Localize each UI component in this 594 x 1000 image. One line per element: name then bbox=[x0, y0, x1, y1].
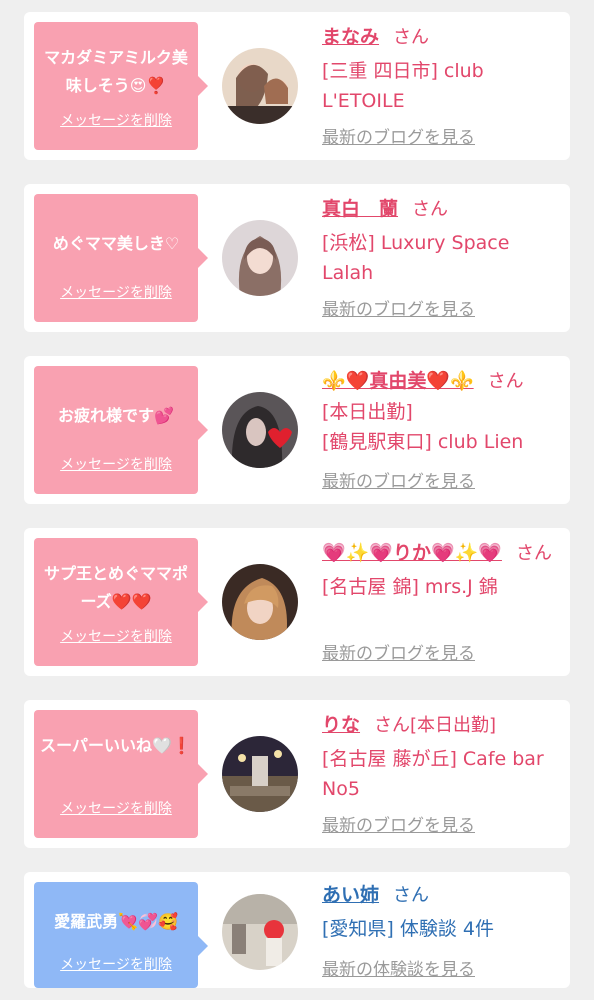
cast-name-link[interactable]: ⚜️❤️真由美❤️⚜️ bbox=[322, 370, 474, 392]
message-card: スーパーいいね🤍❗️ メッセージを削除 りな さん[本日出勤] [名古屋 藤が丘]… bbox=[24, 700, 570, 848]
cast-info: まなみ さん [三重 四日市] club L'ETOILE bbox=[322, 22, 556, 116]
delete-message-link[interactable]: メッセージを削除 bbox=[34, 798, 198, 818]
message-bubble: めぐママ美しき♡ メッセージを削除 bbox=[34, 194, 208, 322]
message-card: 愛羅武勇💘💞🥰 メッセージを削除 あい姉 さん [愛知県] 体験談 4件 最新の体… bbox=[24, 872, 570, 988]
delete-message-link[interactable]: メッセージを削除 bbox=[34, 454, 198, 474]
honorific: さん bbox=[393, 27, 430, 48]
avatar[interactable] bbox=[222, 894, 298, 970]
cast-info: ⚜️❤️真由美❤️⚜️ さん [本日出勤] [鶴見駅東口] club Lien bbox=[322, 366, 556, 457]
latest-blog-link[interactable]: 最新のブログを見る bbox=[322, 639, 475, 664]
message-text: 愛羅武勇💘💞🥰 bbox=[54, 912, 178, 931]
delete-message-link[interactable]: メッセージを削除 bbox=[34, 282, 198, 302]
store-info: [浜松] Luxury Space Lalah bbox=[322, 232, 510, 284]
honorific: さん[本日出勤] bbox=[374, 715, 497, 736]
avatar[interactable] bbox=[222, 48, 298, 124]
store-info: [三重 四日市] club L'ETOILE bbox=[322, 60, 484, 112]
cast-info: 💗✨💗りか💗✨💗 さん [名古屋 錦] mrs.J 錦 bbox=[322, 538, 556, 602]
cast-name-link[interactable]: 💗✨💗りか💗✨💗 bbox=[322, 542, 502, 564]
message-bubble: 愛羅武勇💘💞🥰 メッセージを削除 bbox=[34, 882, 208, 988]
cast-info: りな さん[本日出勤] [名古屋 藤が丘] Cafe bar No5 bbox=[322, 710, 556, 804]
honorific: さん bbox=[487, 371, 524, 392]
latest-blog-link[interactable]: 最新のブログを見る bbox=[322, 295, 475, 320]
delete-message-link[interactable]: メッセージを削除 bbox=[34, 954, 198, 974]
store-info: [名古屋 藤が丘] Cafe bar No5 bbox=[322, 748, 544, 800]
message-card: めぐママ美しき♡ メッセージを削除 真白 蘭さん [浜松] Luxury Spa… bbox=[24, 184, 570, 332]
honorific: さん bbox=[393, 885, 430, 906]
avatar[interactable] bbox=[222, 736, 298, 812]
store-info: [鶴見駅東口] club Lien bbox=[322, 431, 524, 453]
message-text: マカダミアミルク美味しそう😍❣️ bbox=[44, 48, 188, 95]
message-card: お疲れ様です💕 メッセージを削除 ⚜️❤️真由美❤️⚜️ さん [本日出勤] [鶴… bbox=[24, 356, 570, 504]
avatar[interactable] bbox=[222, 392, 298, 468]
cast-info: あい姉 さん [愛知県] 体験談 4件 bbox=[322, 880, 556, 944]
latest-blog-link[interactable]: 最新のブログを見る bbox=[322, 467, 475, 492]
message-card: サプ王とめぐママポーズ❤️❤️ メッセージを削除 💗✨💗りか💗✨💗 さん [名古屋… bbox=[24, 528, 570, 676]
cast-name-link[interactable]: 真白 蘭 bbox=[322, 198, 398, 220]
delete-message-link[interactable]: メッセージを削除 bbox=[34, 626, 198, 646]
work-status: [本日出勤] bbox=[322, 401, 413, 423]
message-bubble: お疲れ様です💕 メッセージを削除 bbox=[34, 366, 208, 494]
message-bubble: マカダミアミルク美味しそう😍❣️ メッセージを削除 bbox=[34, 22, 208, 150]
latest-blog-link[interactable]: 最新のブログを見る bbox=[322, 811, 475, 836]
delete-message-link[interactable]: メッセージを削除 bbox=[34, 110, 198, 130]
store-info: [名古屋 錦] mrs.J 錦 bbox=[322, 576, 498, 598]
honorific: さん bbox=[412, 199, 449, 220]
avatar[interactable] bbox=[222, 564, 298, 640]
cast-name-link[interactable]: りな bbox=[322, 714, 360, 736]
avatar[interactable] bbox=[222, 220, 298, 296]
store-info: [愛知県] 体験談 4件 bbox=[322, 918, 494, 940]
cast-name-link[interactable]: まなみ bbox=[322, 26, 379, 48]
honorific: さん bbox=[515, 543, 552, 564]
message-bubble: サプ王とめぐママポーズ❤️❤️ メッセージを削除 bbox=[34, 538, 208, 666]
message-text: お疲れ様です💕 bbox=[58, 406, 174, 425]
latest-blog-link[interactable]: 最新のブログを見る bbox=[322, 123, 475, 148]
latest-review-link[interactable]: 最新の体験談を見る bbox=[322, 955, 475, 980]
cast-info: 真白 蘭さん [浜松] Luxury Space Lalah bbox=[322, 194, 556, 288]
message-text: めぐママ美しき♡ bbox=[52, 234, 180, 253]
message-bubble: スーパーいいね🤍❗️ メッセージを削除 bbox=[34, 710, 208, 838]
message-text: サプ王とめぐママポーズ❤️❤️ bbox=[43, 564, 188, 611]
message-text: スーパーいいね🤍❗️ bbox=[40, 736, 192, 755]
message-card: マカダミアミルク美味しそう😍❣️ メッセージを削除 まなみ さん [三重 四日市]… bbox=[24, 12, 570, 160]
cast-name-link[interactable]: あい姉 bbox=[322, 884, 379, 906]
